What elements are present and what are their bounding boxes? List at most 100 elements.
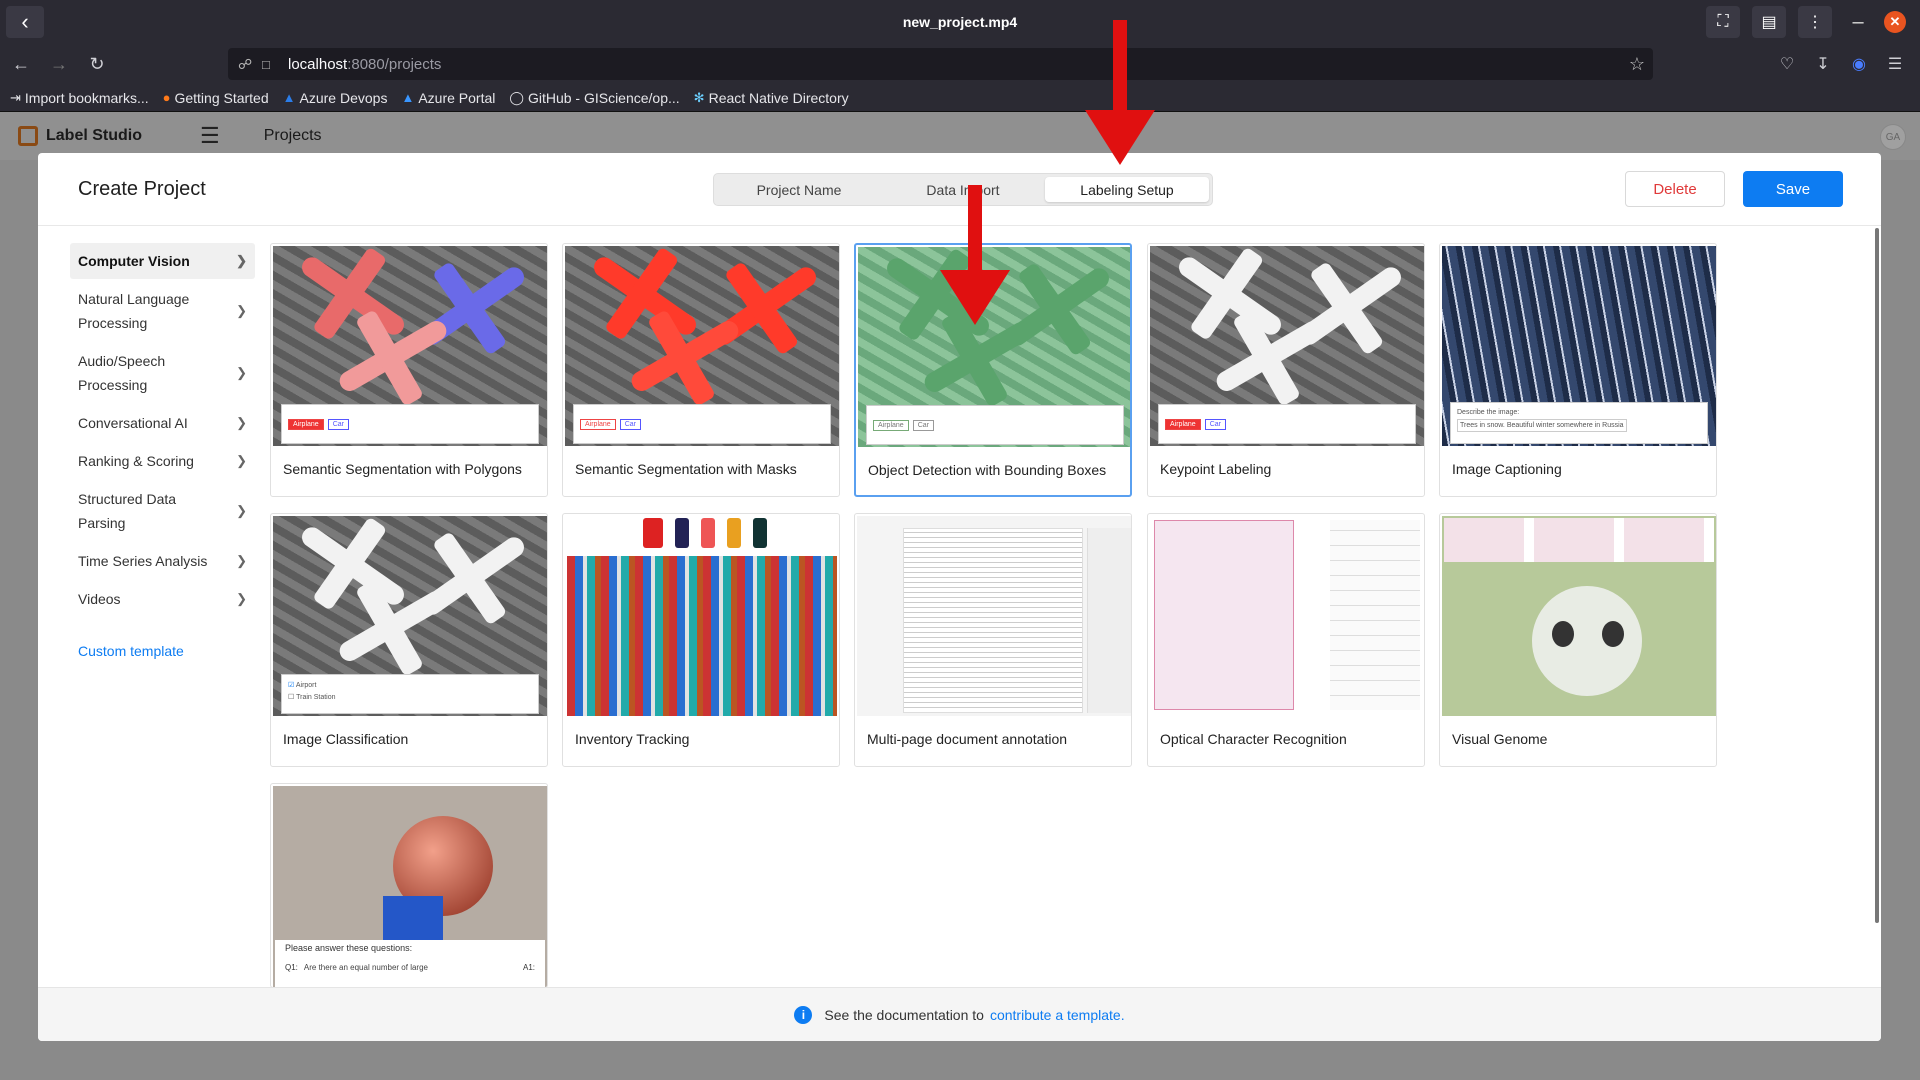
sidebar-item-nlp[interactable]: Natural Language Processing ❯ <box>70 281 255 341</box>
fullscreen-icon[interactable]: ⛶ <box>1706 6 1740 38</box>
shelf-image <box>567 556 837 716</box>
delete-button[interactable]: Delete <box>1625 171 1725 207</box>
menu-icon[interactable]: ☰ <box>1884 54 1906 74</box>
annotation-arrow-icon <box>940 185 1010 325</box>
extension-icon[interactable]: ◉ <box>1848 54 1870 74</box>
sidebar-item-conversational[interactable]: Conversational AI ❯ <box>70 405 255 441</box>
footer-text: See the documentation to <box>824 1006 984 1023</box>
panda-eye <box>1552 621 1574 647</box>
category-sidebar: Computer Vision ❯ Natural Language Proces… <box>70 243 255 619</box>
reload-icon[interactable]: ↻ <box>80 54 114 75</box>
document-sidebar <box>1087 528 1131 713</box>
template-thumbnail <box>565 516 839 716</box>
app-logo[interactable]: Label Studio <box>18 126 142 146</box>
bookmark-azure-portal[interactable]: ▲ Azure Portal <box>401 90 495 106</box>
azure-devops-icon: ▲ <box>282 90 296 105</box>
sidebar-item-videos[interactable]: Videos ❯ <box>70 581 255 617</box>
document-page <box>903 528 1083 713</box>
minimize-icon[interactable]: – <box>1844 11 1872 34</box>
template-card[interactable]: Please answer these questions: Q1: Are th… <box>270 783 548 988</box>
nav-title: Projects <box>263 127 322 144</box>
label-panel: Airplane Car <box>281 404 539 444</box>
template-title: Multi-page document annotation <box>867 731 1068 747</box>
save-button[interactable]: Save <box>1743 171 1843 207</box>
azure-icon: ▲ <box>401 90 415 105</box>
download-icon[interactable]: ↧ <box>1812 54 1834 74</box>
player-title: new_project.mp4 <box>902 14 1018 30</box>
template-card[interactable]: Airplane Car Keypoint Labeling <box>1147 243 1425 497</box>
template-card[interactable]: Visual Genome <box>1439 513 1717 767</box>
template-thumbnail: Airplane Car <box>1150 246 1424 446</box>
template-thumbnail: Please answer these questions: Q1: Are th… <box>273 786 547 987</box>
invoice-image <box>1154 520 1294 710</box>
template-card[interactable]: Airplane Car Semantic Segmentation with M… <box>562 243 840 497</box>
bookmark-github[interactable]: ◯ GitHub - GIScience/op... <box>509 90 679 106</box>
info-icon: i <box>794 1005 813 1024</box>
template-card[interactable]: Multi-page document annotation <box>854 513 1132 767</box>
hamburger-icon[interactable]: ☰ <box>200 123 220 149</box>
template-thumbnail <box>1442 516 1716 716</box>
template-title: Image Captioning <box>1452 461 1562 477</box>
sidebar-item-ranking[interactable]: Ranking & Scoring ❯ <box>70 443 255 479</box>
template-thumbnail: Airplane Car <box>273 246 547 446</box>
template-card[interactable]: Inventory Tracking <box>562 513 840 767</box>
ocr-results <box>1330 520 1420 710</box>
url-bar[interactable]: ☍ □ localhost:8080/projects ☆ <box>228 48 1653 80</box>
forward-arrow-icon[interactable]: → <box>42 54 76 75</box>
avatar[interactable]: GA <box>1880 124 1906 150</box>
url-text: localhost:8080/projects <box>288 55 442 73</box>
template-title: Semantic Segmentation with Polygons <box>283 461 522 477</box>
pocket-icon[interactable]: ♡ <box>1776 54 1798 74</box>
back-arrow-icon[interactable]: ← <box>4 54 38 75</box>
sidebar-item-audio[interactable]: Audio/Speech Processing ❯ <box>70 343 255 403</box>
bookmark-azure-devops[interactable]: ▲ Azure Devops <box>283 90 388 106</box>
bookmark-getting-started[interactable]: ● Getting Started <box>163 90 269 106</box>
template-title: Object Detection with Bounding Boxes <box>868 462 1107 478</box>
template-title: Keypoint Labeling <box>1160 461 1272 477</box>
bookmark-star-icon[interactable]: ☆ <box>1629 54 1645 75</box>
tab-project-name[interactable]: Project Name <box>717 177 881 202</box>
bookmark-react-native[interactable]: ✻ React Native Directory <box>694 90 849 106</box>
template-thumbnail: Airplane Car <box>565 246 839 446</box>
player-bar: ‹ new_project.mp4 ⛶ ▤ ⋮ – ✕ <box>0 0 1920 44</box>
modal-title: Create Project <box>78 178 206 200</box>
sidebar-item-structured[interactable]: Structured Data Parsing ❯ <box>70 481 255 541</box>
annotation-arrow-icon <box>1085 20 1155 165</box>
chevron-right-icon: ❯ <box>236 415 247 430</box>
label-panel: Airplane Car <box>573 404 831 444</box>
template-card[interactable]: Airplane Car Semantic Segmentation with P… <box>270 243 548 497</box>
label-panel: Airplane Car <box>1158 404 1416 444</box>
import-icon: ⇥ <box>10 89 21 105</box>
browser-toolbar: ← → ↻ ☍ □ localhost:8080/projects ☆ ♡ ↧ … <box>0 44 1920 84</box>
bookmark-import[interactable]: ⇥ Import bookmarks... <box>10 90 149 106</box>
scrollbar[interactable] <box>1875 228 1879 923</box>
airplane-shape <box>298 253 408 339</box>
firefox-icon: ● <box>162 90 171 105</box>
template-title: Inventory Tracking <box>575 731 690 747</box>
template-title: Optical Character Recognition <box>1160 731 1347 747</box>
sidebar-item-time-series[interactable]: Time Series Analysis ❯ <box>70 543 255 579</box>
chevron-right-icon: ❯ <box>236 553 247 568</box>
close-icon[interactable]: ✕ <box>1884 11 1906 33</box>
airplane-shape <box>298 523 408 609</box>
template-title: Semantic Segmentation with Masks <box>575 461 797 477</box>
chevron-right-icon: ❯ <box>236 253 247 268</box>
template-card[interactable]: Describe the image: Trees in snow. Beauti… <box>1439 243 1717 497</box>
template-card[interactable]: ☑ Airport ☐ Train Station Image Classific… <box>270 513 548 767</box>
template-thumbnail: ☑ Airport ☐ Train Station <box>273 516 547 716</box>
custom-template-link[interactable]: Custom template <box>78 643 184 659</box>
back-icon[interactable]: ‹ <box>6 6 44 38</box>
template-card[interactable]: Optical Character Recognition <box>1147 513 1425 767</box>
more-icon[interactable]: ⋮ <box>1798 6 1832 38</box>
caption-panel: Describe the image: Trees in snow. Beauti… <box>1450 402 1708 444</box>
sidebar-item-computer-vision[interactable]: Computer Vision ❯ <box>70 243 255 279</box>
panda-eye <box>1602 621 1624 647</box>
relations-panel <box>1444 518 1714 562</box>
tab-labeling-setup[interactable]: Labeling Setup <box>1045 177 1209 202</box>
template-title: Visual Genome <box>1452 731 1548 747</box>
pip-icon[interactable]: ▤ <box>1752 6 1786 38</box>
chevron-right-icon: ❯ <box>236 365 247 380</box>
page-icon: □ <box>262 56 270 72</box>
contribute-link[interactable]: contribute a template. <box>990 1007 1125 1023</box>
classification-panel: ☑ Airport ☐ Train Station <box>281 674 539 714</box>
